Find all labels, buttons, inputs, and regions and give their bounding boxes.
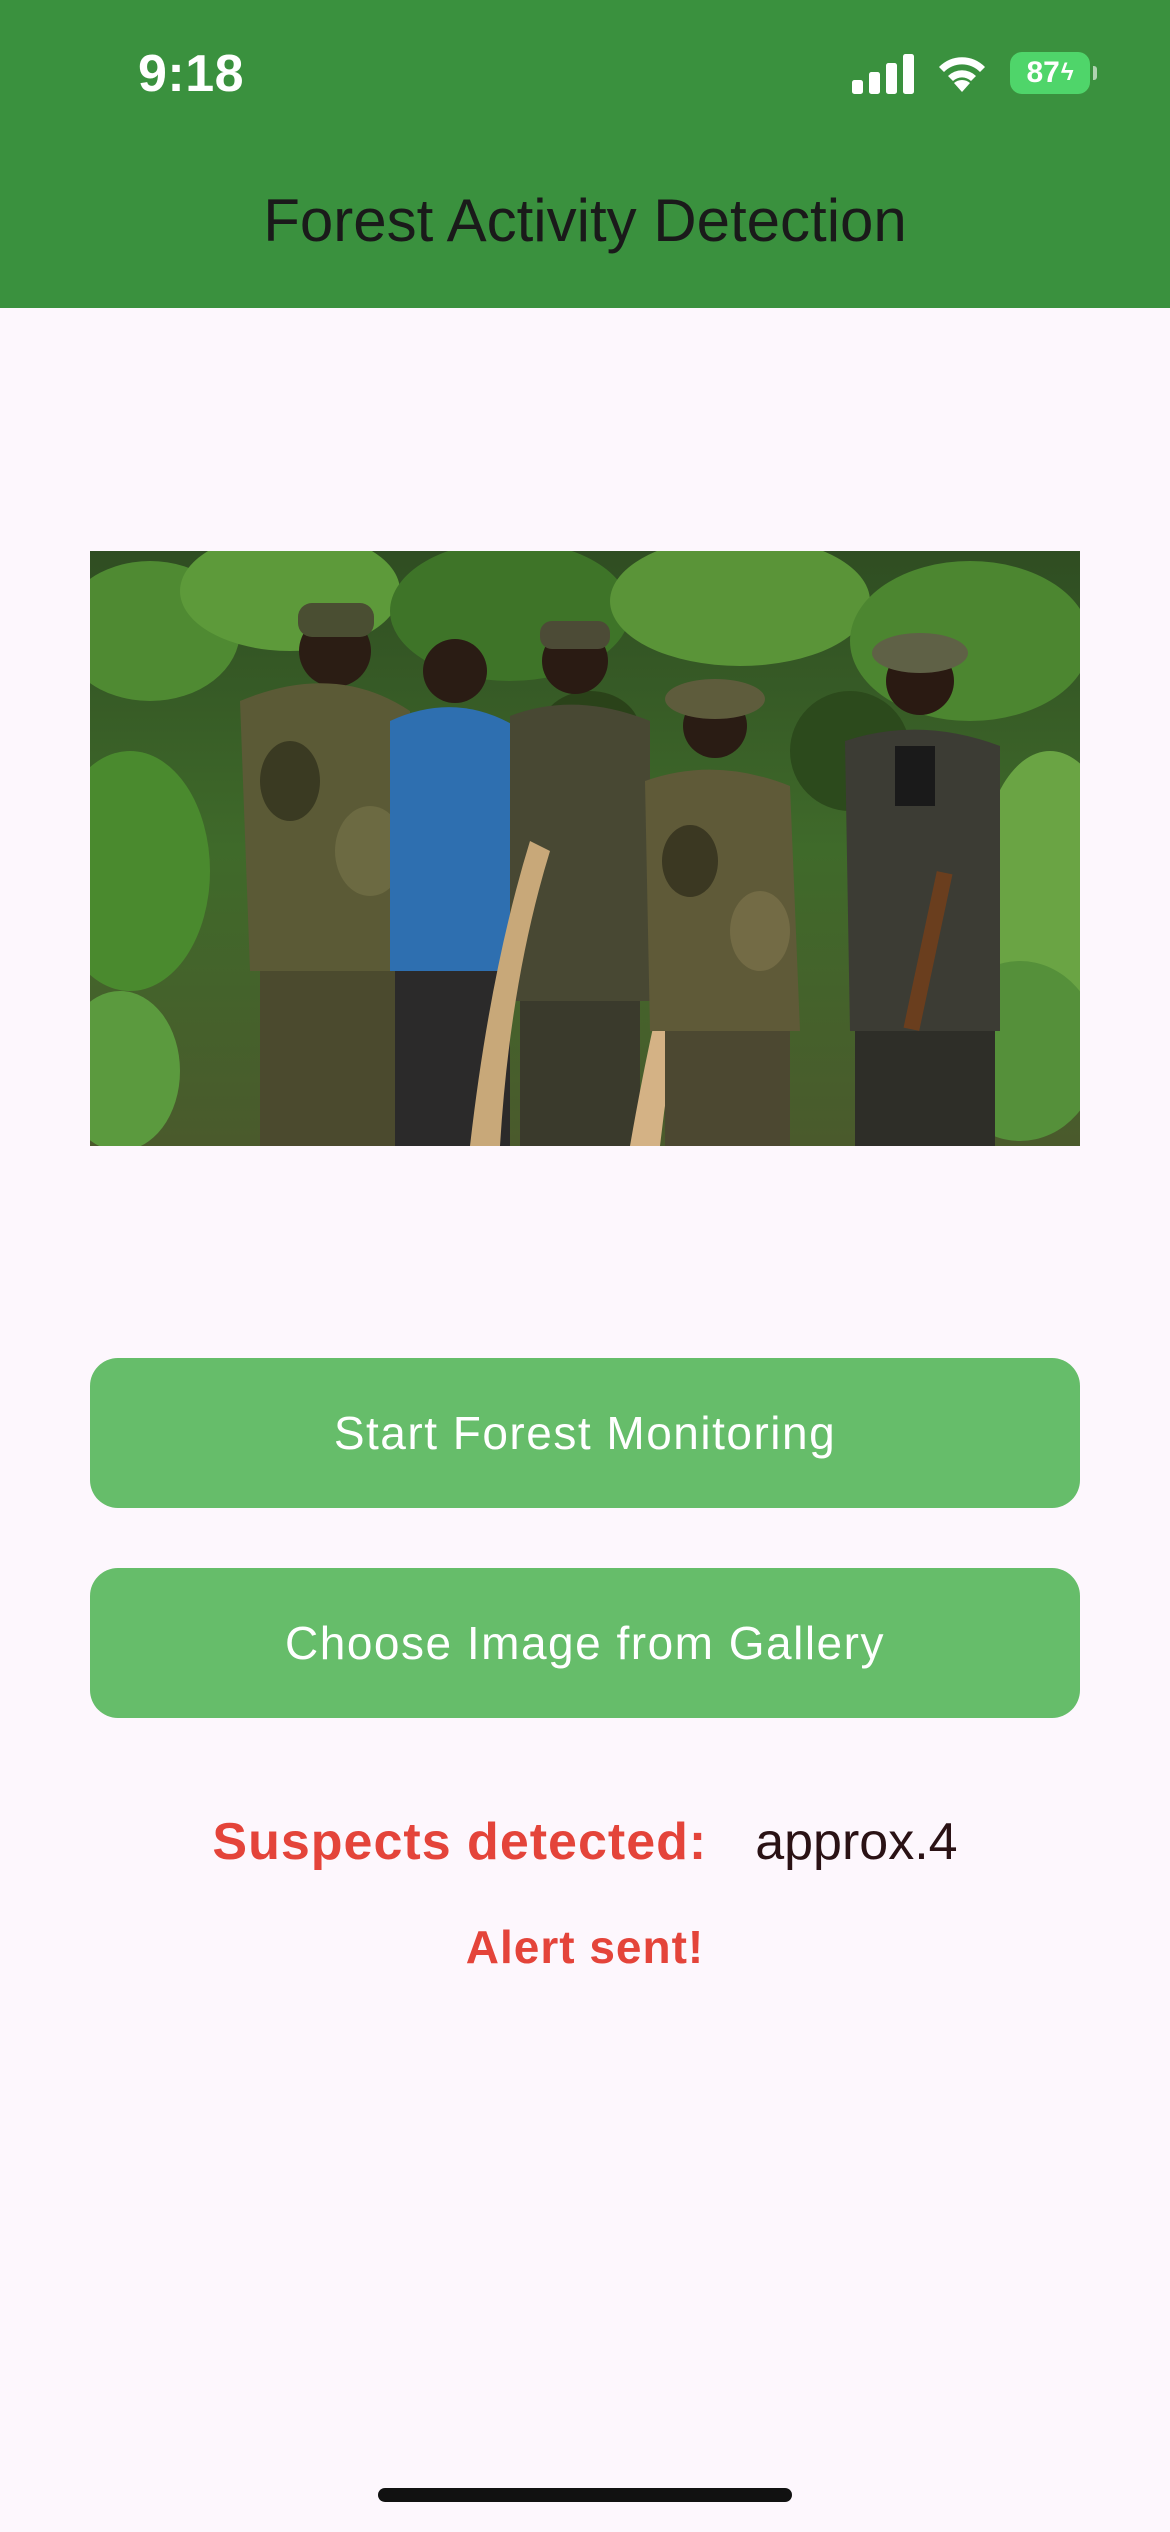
battery-level: 87 bbox=[1026, 56, 1060, 89]
battery-icon: 87 ϟ bbox=[1010, 52, 1097, 94]
signal-icon bbox=[852, 54, 914, 94]
page-title: Forest Activity Detection bbox=[263, 187, 907, 254]
wifi-icon bbox=[939, 57, 985, 92]
suspects-label: Suspects detected: bbox=[212, 1813, 708, 1871]
suspects-count: approx.4 bbox=[755, 1813, 958, 1871]
home-indicator[interactable] bbox=[378, 2488, 792, 2502]
app-bar: 9:18 87 ϟ Forest Activity Detection bbox=[0, 0, 1170, 308]
result-row: Suspects detected: approx.4 bbox=[0, 1812, 1170, 1872]
choose-gallery-button[interactable]: Choose Image from Gallery bbox=[90, 1568, 1080, 1718]
status-icons: 87 ϟ bbox=[852, 52, 1097, 94]
status-time: 9:18 bbox=[138, 45, 245, 103]
charging-bolt-icon: ϟ bbox=[1060, 59, 1074, 86]
alert-status: Alert sent! bbox=[465, 1921, 705, 1973]
forest-photo bbox=[90, 551, 1080, 1146]
start-monitoring-button[interactable]: Start Forest Monitoring bbox=[90, 1358, 1080, 1508]
